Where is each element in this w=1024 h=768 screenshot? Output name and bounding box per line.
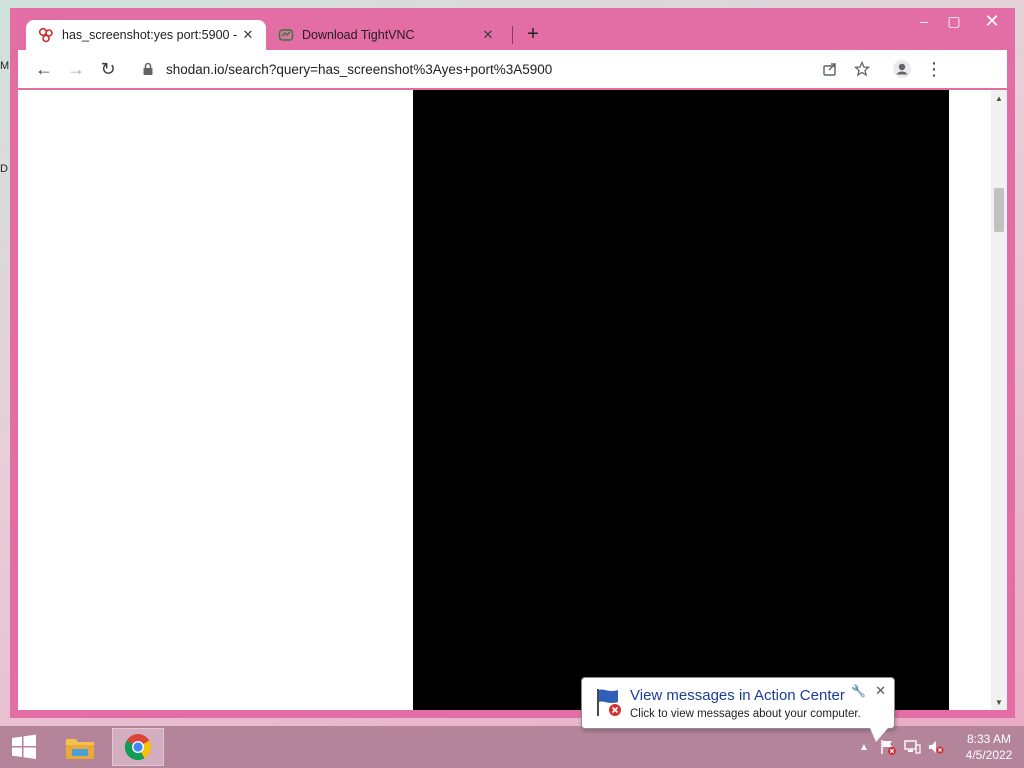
windows-logo-icon xyxy=(12,734,36,759)
notification-close-button[interactable]: ✕ xyxy=(875,683,886,699)
scroll-up-arrow-icon[interactable]: ▲ xyxy=(991,90,1007,106)
forward-button[interactable]: → xyxy=(60,53,92,85)
lock-icon[interactable] xyxy=(142,62,156,76)
clock-date: 4/5/2022 xyxy=(965,748,1013,762)
desktop-icon-label: M xyxy=(0,60,10,72)
wrench-icon[interactable]: 🔧 xyxy=(851,684,866,698)
volume-muted-icon[interactable] xyxy=(924,735,948,759)
tab-separator xyxy=(512,26,513,44)
chrome-menu-button[interactable]: ⋮ xyxy=(918,53,950,85)
tab-strip: has_screenshot:yes port:5900 - Shodan Se… xyxy=(26,20,547,50)
maximize-button[interactable]: ▢ xyxy=(939,8,969,34)
file-explorer-taskbar-button[interactable] xyxy=(54,728,106,766)
share-icon[interactable] xyxy=(814,53,846,85)
address-bar[interactable]: shodan.io/search?query=has_screenshot%3A… xyxy=(132,54,882,84)
network-icon[interactable] xyxy=(900,735,924,759)
vertical-scrollbar[interactable]: ▲ ▼ xyxy=(991,90,1007,710)
vnc-screenshot-image[interactable] xyxy=(413,90,949,710)
profile-avatar-icon[interactable] xyxy=(886,53,918,85)
scroll-down-arrow-icon[interactable]: ▼ xyxy=(991,694,1007,710)
clock-time: 8:33 AM xyxy=(966,732,1012,746)
new-tab-button[interactable]: + xyxy=(519,20,547,48)
folder-icon xyxy=(66,739,94,759)
tightvnc-icon xyxy=(278,29,294,41)
tab-close-icon[interactable]: ✕ xyxy=(480,27,496,43)
tab-download-tightvnc[interactable]: Download TightVNC ✕ xyxy=(266,20,506,50)
action-center-notification[interactable]: View messages in Action Center Click to … xyxy=(581,677,895,729)
window-controls: – ▢ ✕ xyxy=(909,8,1015,36)
tab-title: has_screenshot:yes port:5900 - Shodan Se… xyxy=(62,28,240,42)
scrollbar-thumb[interactable] xyxy=(994,188,1004,232)
system-clock[interactable]: 8:33 AM 4/5/2022 xyxy=(954,731,1024,763)
close-window-button[interactable]: ✕ xyxy=(969,8,1015,34)
start-button[interactable] xyxy=(0,726,48,768)
page-viewport: ▲ ▼ xyxy=(18,90,1007,710)
tab-title: Download TightVNC xyxy=(302,28,415,42)
desktop-icon-label: D xyxy=(0,163,8,175)
back-button[interactable]: ← xyxy=(28,53,60,85)
bookmark-star-icon[interactable] xyxy=(846,53,878,85)
url-text[interactable]: shodan.io/search?query=has_screenshot%3A… xyxy=(166,62,552,77)
chrome-taskbar-button[interactable] xyxy=(112,728,164,766)
chrome-window: – ▢ ✕ has_screenshot:yes port:5900 - Sho… xyxy=(10,8,1015,718)
chrome-icon xyxy=(124,734,152,761)
notification-message: Click to view messages about your comput… xyxy=(630,708,861,720)
notification-pointer xyxy=(870,728,888,742)
tab-shodan-search[interactable]: has_screenshot:yes port:5900 - Shodan Se… xyxy=(26,20,266,50)
browser-toolbar: ← → ↻ shodan.io/search?query=has_screens… xyxy=(18,50,1007,88)
shodan-icon xyxy=(38,27,53,43)
minimize-button[interactable]: – xyxy=(909,8,939,34)
notification-title[interactable]: View messages in Action Center xyxy=(630,687,845,704)
action-center-flag-icon xyxy=(597,689,621,716)
reload-button[interactable]: ↻ xyxy=(92,53,124,85)
tab-close-icon[interactable]: ✕ xyxy=(240,27,256,43)
